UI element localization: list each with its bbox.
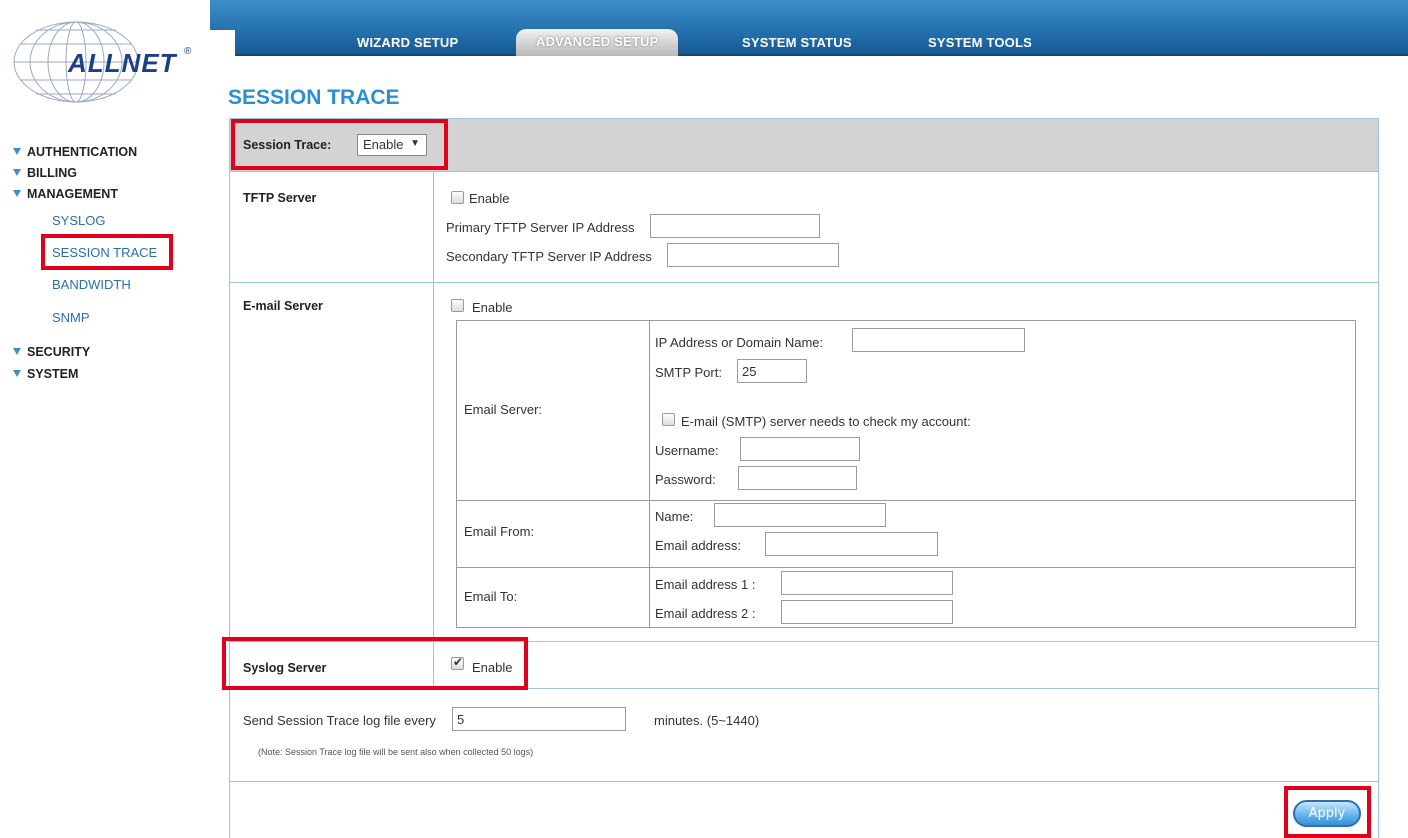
secondary-tftp-input[interactable] [667,243,839,267]
email-from-label: Email From: [464,524,535,539]
sidebar-item-authentication[interactable]: AUTHENTICATION [13,145,137,159]
sidebar-item-billing[interactable]: BILLING [13,166,77,180]
inner-row-divider [457,567,1355,568]
ip-domain-input[interactable] [852,328,1025,352]
sidebar-item-bandwidth[interactable]: BANDWIDTH [52,277,131,292]
secondary-tftp-label: Secondary TFTP Server IP Address [446,249,652,264]
row-divider [230,282,1378,283]
smtp-port-label: SMTP Port: [655,365,722,380]
password-input[interactable] [738,466,857,490]
sidebar-item-snmp[interactable]: SNMP [52,310,90,325]
sidebar-item-management[interactable]: MANAGEMENT [13,187,118,201]
email-server-field-label: Email Server: [464,402,543,417]
logo-area: ALLNET ® [0,0,210,125]
sidebar-item-security[interactable]: SECURITY [13,345,90,359]
from-address-input[interactable] [765,532,938,556]
highlight-box-session-trace-nav [41,234,173,270]
row-divider [230,781,1378,782]
triangle-down-icon [13,169,21,176]
smtp-auth-checkbox[interactable] [662,413,675,426]
from-address-label: Email address: [655,538,741,553]
inner-row-divider [457,500,1355,501]
email-server-label: E-mail Server [243,299,323,313]
username-input[interactable] [740,437,860,461]
sidebar-item-syslog[interactable]: SYSLOG [52,213,105,228]
smtp-port-input[interactable] [737,359,807,383]
from-name-input[interactable] [714,503,886,527]
highlight-box-session-trace-select [231,119,448,170]
password-label: Password: [655,472,716,487]
primary-tftp-label: Primary TFTP Server IP Address [446,220,635,235]
highlight-box-apply [1284,786,1371,838]
email-enable-label: Enable [472,300,513,315]
email-to-label: Email To: [464,589,518,604]
to-address1-input[interactable] [781,571,953,595]
row-divider [230,171,1378,172]
tftp-enable-label: Enable [469,191,510,206]
from-name-label: Name: [655,509,694,524]
tab-advanced-setup[interactable]: ADVANCED SETUP [516,29,679,56]
send-interval-unit: minutes. (5~1440) [654,713,760,728]
column-divider [433,172,434,688]
tftp-server-label: TFTP Server [243,191,317,205]
triangle-down-icon [13,190,21,197]
ip-domain-label: IP Address or Domain Name: [655,335,824,350]
triangle-down-icon [13,148,21,155]
highlight-box-syslog-server [222,637,528,690]
logo-text: ALLNET [68,48,177,78]
triangle-down-icon [13,370,21,377]
inner-column-divider [649,321,650,627]
to-address2-label: Email address 2 : [655,606,756,621]
email-settings-table: Email Server: IP Address or Domain Name:… [456,320,1356,628]
primary-tftp-input[interactable] [650,214,820,238]
page-title: SESSION TRACE [228,86,400,109]
send-interval-input[interactable] [452,707,626,731]
logo-registered-mark: ® [184,46,192,57]
tab-wizard-setup[interactable]: WIZARD SETUP [357,31,458,54]
tab-system-tools[interactable]: SYSTEM TOOLS [928,31,1032,54]
to-address2-input[interactable] [781,600,953,624]
username-label: Username: [655,443,719,458]
interval-note: (Note: Session Trace log file will be se… [258,747,534,757]
triangle-down-icon [13,348,21,355]
send-interval-label: Send Session Trace log file every [243,713,436,728]
tftp-enable-checkbox[interactable] [451,191,464,204]
sidebar-item-system[interactable]: SYSTEM [13,367,78,381]
tab-system-status[interactable]: SYSTEM STATUS [742,31,852,54]
email-enable-checkbox[interactable] [451,299,464,312]
smtp-auth-label: E-mail (SMTP) server needs to check my a… [681,414,971,429]
settings-panel: Session Trace: Enable ▼ TFTP Server Enab… [229,118,1379,838]
to-address1-label: Email address 1 : [655,577,756,592]
